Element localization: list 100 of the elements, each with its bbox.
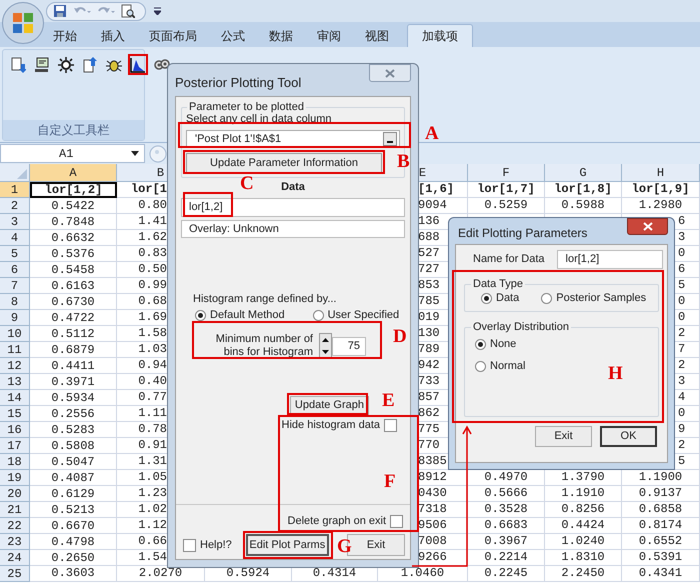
- row-header[interactable]: 2: [0, 198, 30, 214]
- annotation-label: F: [384, 472, 396, 492]
- table-cell-text: 0.5376: [50, 246, 96, 260]
- row-header[interactable]: 3: [0, 214, 30, 230]
- row-header[interactable]: 21: [0, 502, 30, 518]
- row-header[interactable]: 6: [0, 262, 30, 278]
- ribbon-tab[interactable]: 插入: [89, 24, 137, 47]
- table-cell: 857: [418, 390, 440, 405]
- exit-button[interactable]: Exit: [535, 426, 592, 447]
- table-cell-text: 1.54: [137, 550, 167, 565]
- window-title: Posterior Plotting Tool: [175, 74, 302, 92]
- table-cell-text: 0.6552: [638, 534, 684, 549]
- annotation-label: B: [397, 152, 410, 172]
- table-cell-text: 1.8310: [560, 550, 606, 565]
- bins-field[interactable]: 75: [332, 336, 366, 356]
- data-name-field[interactable]: lor[1,2]: [181, 198, 405, 217]
- row-header[interactable]: 17: [0, 438, 30, 454]
- table-cell-text: 0.5934: [50, 390, 96, 404]
- table-cell-text: 0.5988: [560, 198, 606, 213]
- table-cell: 7: [678, 342, 686, 357]
- group-label: 自定义工具栏: [38, 122, 110, 139]
- row-header[interactable]: 10: [0, 326, 30, 342]
- checkbox-label: Hide histogram data: [282, 419, 380, 432]
- row-header[interactable]: 7: [0, 278, 30, 294]
- table-cell: 9506: [418, 518, 447, 533]
- row-header[interactable]: 16: [0, 422, 30, 438]
- table-cell-text: lor[1,7]: [476, 182, 536, 197]
- table-cell: 942: [418, 358, 440, 373]
- name-box[interactable]: A1: [0, 144, 145, 163]
- group-label: Parameter to be plotted: [187, 101, 306, 114]
- table-cell-text: 0.94: [137, 358, 167, 373]
- row-header[interactable]: 22: [0, 518, 30, 534]
- table-cell-text: 1.58: [137, 326, 167, 341]
- edit-plot-button[interactable]: Edit Plot Parms: [246, 534, 329, 556]
- update-parameter-button[interactable]: Update Parameter Information: [186, 153, 382, 173]
- ribbon-tab[interactable]: 视图: [353, 24, 401, 47]
- table-cell: 0: [678, 246, 686, 261]
- ribbon-tab[interactable]: 页面布局: [137, 24, 209, 47]
- table-cell-text: 0.5283: [50, 422, 96, 436]
- row-header[interactable]: 18: [0, 454, 30, 470]
- column-header[interactable]: H: [656, 164, 664, 182]
- row-header[interactable]: 8: [0, 294, 30, 310]
- table-cell-text: 1.03: [137, 342, 167, 357]
- table-cell-text: 0.2245: [483, 566, 529, 581]
- table-cell-text: 1.11: [137, 406, 167, 421]
- table-cell-text: 0.6163: [50, 278, 96, 292]
- table-cell: 9266: [418, 550, 447, 565]
- table-cell-text: 0.77: [137, 390, 167, 405]
- group-label: Data Type: [471, 278, 525, 291]
- table-cell-text: 0.66: [137, 534, 167, 549]
- row-header[interactable]: 25: [0, 566, 30, 582]
- table-cell-text: 0.6879: [50, 342, 96, 356]
- ribbon-tab[interactable]: 审阅: [305, 24, 353, 47]
- table-cell: 9094: [418, 198, 447, 213]
- row-header[interactable]: 13: [0, 374, 30, 390]
- row-header[interactable]: 19: [0, 470, 30, 486]
- row-header[interactable]: 24: [0, 550, 30, 566]
- ribbon-tab[interactable]: 公式: [209, 24, 257, 47]
- overlay-field[interactable]: Overlay: Unknown: [181, 220, 405, 238]
- ribbon-tab[interactable]: 数据: [257, 24, 305, 47]
- row-header[interactable]: 5: [0, 246, 30, 262]
- table-cell-text: 0.4314: [312, 566, 358, 581]
- column-header[interactable]: A: [69, 164, 77, 182]
- row-header[interactable]: 20: [0, 486, 30, 502]
- table-cell-text: 0.8174: [638, 518, 684, 533]
- ribbon-tab[interactable]: 开始: [41, 24, 89, 47]
- row-header[interactable]: 11: [0, 342, 30, 358]
- annotation-label: D: [393, 327, 407, 347]
- row-header[interactable]: 15: [0, 406, 30, 422]
- column-header[interactable]: G: [579, 164, 587, 182]
- table-cell: 136: [418, 214, 440, 229]
- table-cell-text: 0.3528: [483, 502, 529, 517]
- column-header[interactable]: F: [502, 164, 510, 182]
- table-cell-text: 1.3790: [560, 470, 606, 485]
- table-cell-text: 1.62: [137, 230, 167, 245]
- table-cell-text: lor[1,2]: [44, 183, 104, 197]
- table-cell-text: 0.6858: [638, 502, 684, 517]
- table-cell-text: 0.5666: [483, 486, 529, 501]
- row-header[interactable]: 14: [0, 390, 30, 406]
- table-cell-text: 1.31: [137, 454, 167, 469]
- row-header[interactable]: 4: [0, 230, 30, 246]
- ribbon-tab[interactable]: 加载项: [407, 24, 473, 47]
- table-cell-text: 0.5259: [483, 198, 529, 213]
- row-header[interactable]: 12: [0, 358, 30, 374]
- table-cell: 4: [678, 390, 686, 405]
- column-header[interactable]: E: [418, 164, 426, 182]
- column-header[interactable]: B: [156, 164, 164, 182]
- table-cell-text: 0.83: [137, 246, 167, 261]
- table-cell-text: 0.5047: [50, 454, 96, 468]
- name-field[interactable]: lor[1,2]: [556, 250, 663, 269]
- table-cell-text: 0.5391: [638, 550, 684, 565]
- table-cell-text: 2.0270: [138, 566, 184, 581]
- ok-button[interactable]: OK: [600, 426, 657, 447]
- row-header[interactable]: 1: [0, 182, 30, 198]
- table-cell-text: 0.2650: [50, 550, 96, 564]
- row-header[interactable]: 23: [0, 534, 30, 550]
- table-cell: 0: [678, 310, 686, 325]
- table-cell: 775: [418, 422, 440, 437]
- table-cell-text: 0.99: [137, 278, 167, 293]
- row-header[interactable]: 9: [0, 310, 30, 326]
